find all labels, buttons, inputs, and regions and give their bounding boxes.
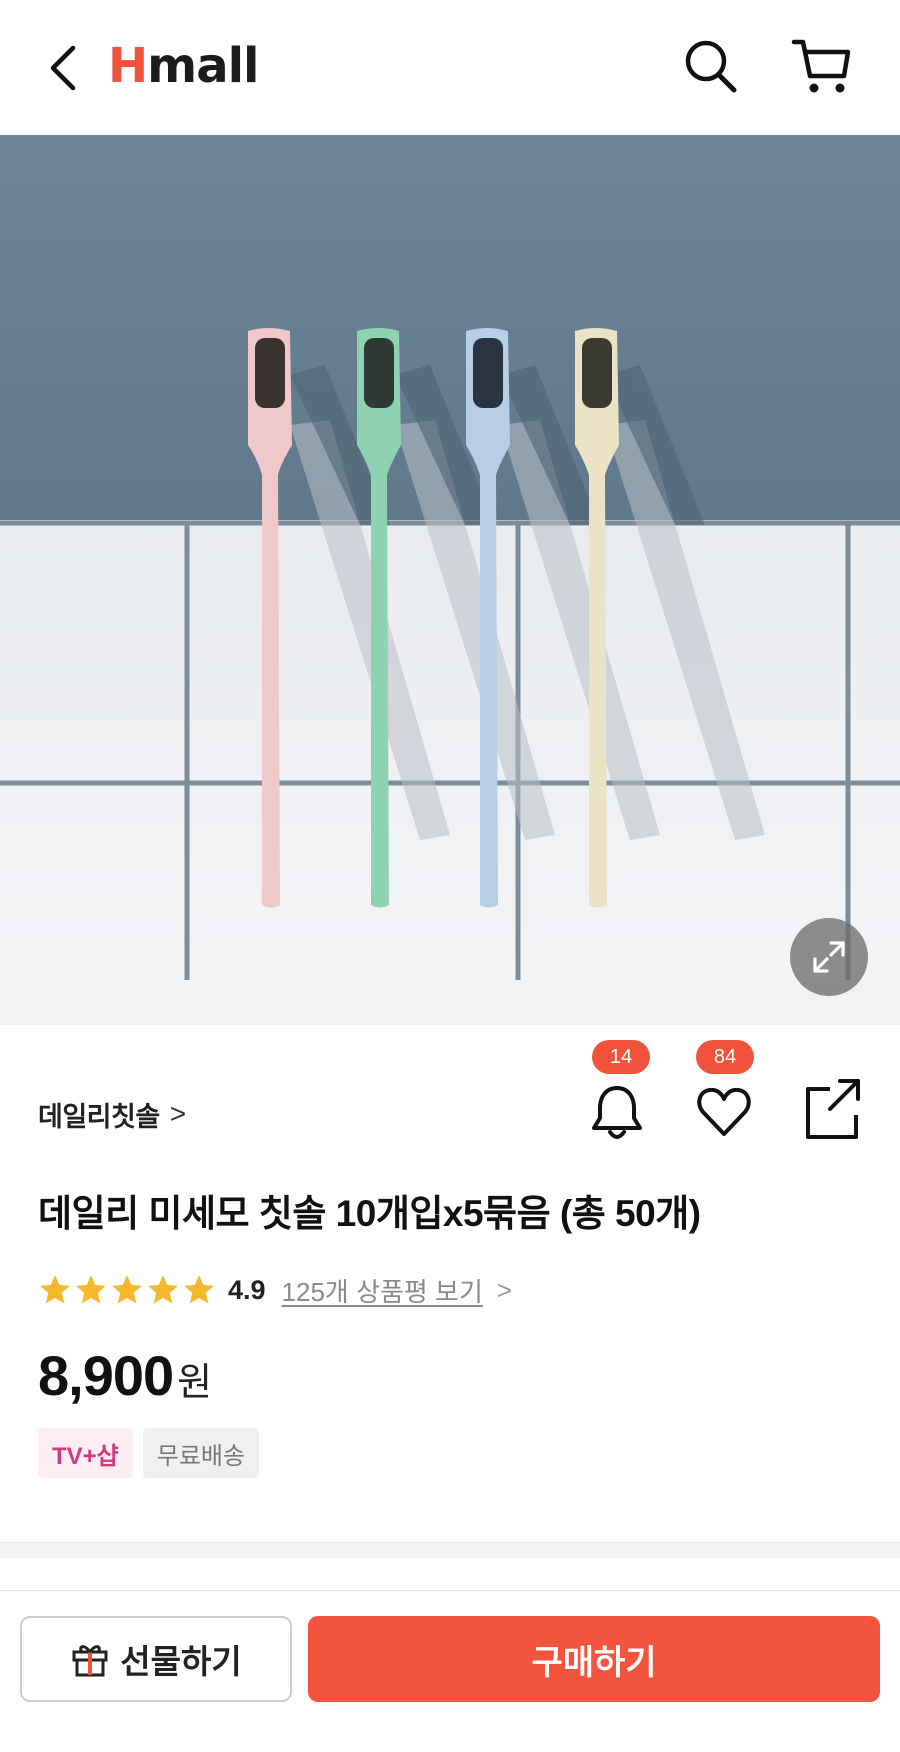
share-button[interactable] [800,1075,865,1145]
review-link[interactable]: 125개 상품평 보기 [282,1272,483,1309]
price-row: 8,900 원 [38,1343,212,1413]
rating-score: 4.9 [228,1274,266,1305]
logo-letter-h: H [108,38,148,94]
cart-icon [791,39,851,93]
star-rating [38,1273,216,1307]
buy-button[interactable]: 구매하기 [308,1616,880,1702]
review-chevron[interactable]: > [497,1275,512,1306]
expand-icon [813,941,845,973]
tag-tv-shop: TV+샵 [38,1428,133,1478]
notify-button[interactable] [585,1080,650,1145]
search-button[interactable] [682,36,742,98]
product-image[interactable] [0,135,900,1025]
star-icon [76,1275,106,1304]
hmall-logo[interactable]: Hmall [108,38,259,94]
top-header: Hmall [0,0,900,135]
share-icon [806,1079,860,1139]
price-value: 8,900 [38,1344,174,1407]
price-currency: 원 [177,1362,213,1404]
section-divider [0,1542,900,1558]
rating-row: 4.9 125개 상품평 보기 > [38,1268,512,1312]
bottom-action-bar: 선물하기 구매하기 [0,1590,900,1752]
brand-chevron: > [169,1098,186,1129]
brand-link[interactable]: 데일리칫솔 > [38,1094,186,1134]
like-count-badge: 84 [696,1040,754,1074]
brand-name: 데일리칫솔 [38,1101,160,1132]
cart-button[interactable] [790,36,854,98]
star-icon [184,1275,214,1304]
product-title: 데일리 미세모 칫솔 10개입x5묶음 (총 50개) [38,1193,701,1234]
gift-icon [72,1645,108,1677]
chevron-left-icon [50,45,76,90]
logo-text: mall [147,38,259,94]
gift-button-label: 선물하기 [120,1643,242,1680]
bell-icon [592,1086,642,1139]
search-icon [685,40,737,93]
buy-button-label: 구매하기 [531,1643,657,1682]
star-icon [112,1275,142,1304]
gift-button[interactable]: 선물하기 [20,1616,292,1702]
star-icon [40,1275,70,1304]
notify-count-badge: 14 [592,1040,650,1074]
like-button[interactable] [692,1080,757,1145]
star-icon [148,1275,178,1304]
expand-image-button[interactable] [790,918,868,996]
tag-free-shipping: 무료배송 [142,1428,260,1478]
heart-icon [697,1087,751,1136]
product-tags: TV+샵 무료배송 [38,1428,260,1478]
back-button[interactable] [38,40,88,95]
